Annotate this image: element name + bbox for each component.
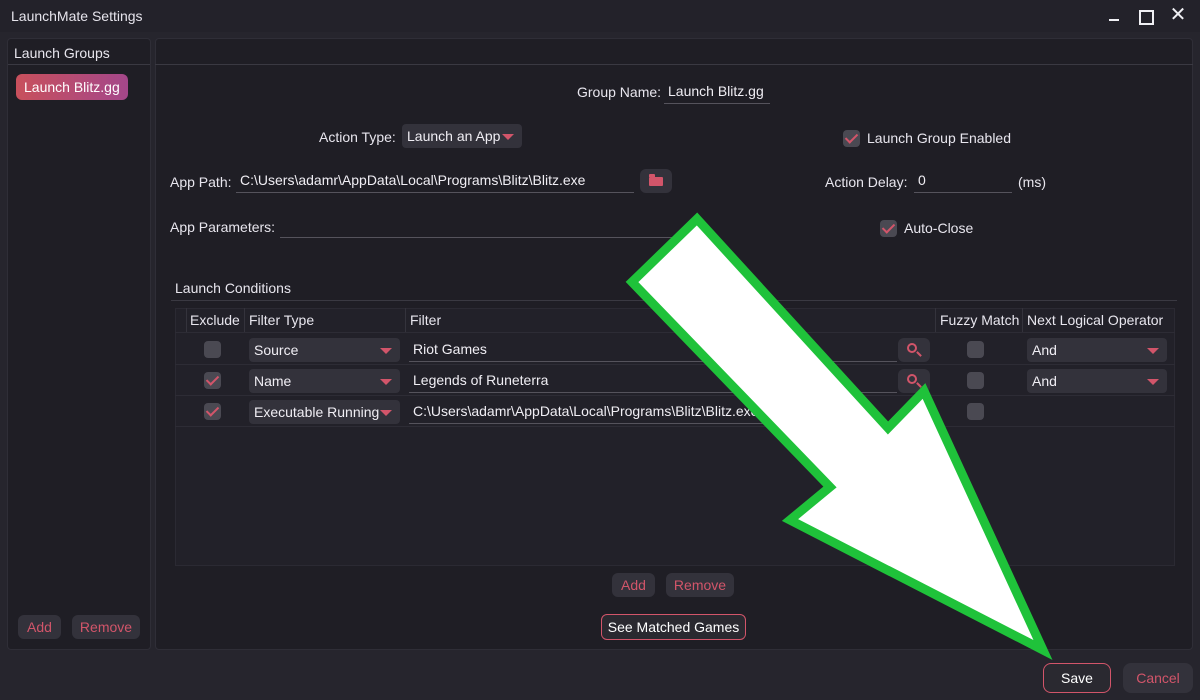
column-separator — [1022, 308, 1023, 332]
cancel-button[interactable]: Cancel — [1123, 663, 1193, 693]
row-fuzzy-match-checkbox[interactable] — [967, 403, 984, 420]
row-filter-type-value: Source — [254, 342, 299, 358]
search-button[interactable] — [898, 369, 930, 393]
row-fuzzy-match-checkbox[interactable] — [967, 372, 984, 389]
row-filter-type-value: Name — [254, 373, 292, 389]
app-path-label: App Path: — [170, 174, 232, 190]
column-separator — [186, 308, 187, 332]
minimize-icon[interactable] — [1100, 4, 1130, 28]
add-group-button[interactable]: Add — [18, 615, 61, 639]
row-operator-dropdown[interactable]: And — [1027, 369, 1167, 393]
column-header-filter-type: Filter Type — [249, 312, 315, 328]
column-header-exclude: Exclude — [190, 312, 240, 328]
window-title: LaunchMate Settings — [11, 8, 143, 24]
row-filter-type-dropdown[interactable]: Source — [249, 338, 400, 362]
folder-icon — [649, 174, 663, 186]
divider — [155, 64, 1193, 65]
action-delay-input[interactable]: 0 — [914, 169, 1012, 193]
row-operator-value: And — [1032, 373, 1057, 389]
close-icon[interactable]: ✕ — [1163, 4, 1193, 28]
row-divider — [175, 395, 1175, 396]
row-filter-input[interactable]: Riot Games — [409, 338, 897, 362]
launch-group-enabled-checkbox[interactable] — [843, 130, 860, 147]
title-bar: LaunchMate Settings ✕ — [0, 0, 1200, 32]
launch-groups-header: Launch Groups — [14, 45, 110, 61]
row-exclude-checkbox[interactable] — [204, 403, 221, 420]
launch-group-item[interactable]: Launch Blitz.gg — [16, 74, 128, 100]
row-exclude-checkbox[interactable] — [204, 372, 221, 389]
group-name-input[interactable]: Launch Blitz.gg — [664, 80, 770, 104]
row-fuzzy-match-checkbox[interactable] — [967, 341, 984, 358]
column-separator — [935, 308, 936, 332]
row-filter-type-dropdown[interactable]: Executable Running — [249, 400, 400, 424]
row-operator-value: And — [1032, 342, 1057, 358]
action-type-dropdown[interactable]: Launch an App — [402, 124, 522, 148]
remove-condition-button[interactable]: Remove — [666, 573, 734, 597]
launch-group-enabled-label: Launch Group Enabled — [867, 130, 1011, 146]
search-button[interactable] — [898, 338, 930, 362]
divider — [171, 300, 1177, 301]
action-delay-unit: (ms) — [1018, 174, 1046, 190]
row-filter-type-dropdown[interactable]: Name — [249, 369, 400, 393]
chevron-down-icon — [380, 410, 392, 416]
app-parameters-label: App Parameters: — [170, 219, 276, 235]
row-divider — [175, 364, 1175, 365]
chevron-down-icon — [1147, 348, 1159, 354]
column-header-filter: Filter — [410, 312, 442, 328]
chevron-down-icon — [502, 134, 514, 140]
see-matched-games-button[interactable]: See Matched Games — [601, 614, 746, 640]
row-filter-input[interactable]: C:\Users\adamr\AppData\Local\Programs\Bl… — [409, 400, 897, 424]
chevron-down-icon — [1147, 379, 1159, 385]
row-exclude-checkbox[interactable] — [204, 341, 221, 358]
column-header-next-operator: Next Logical Operator — [1027, 312, 1164, 328]
maximize-icon[interactable] — [1130, 4, 1160, 28]
row-operator-dropdown[interactable]: And — [1027, 338, 1167, 362]
app-path-input[interactable]: C:\Users\adamr\AppData\Local\Programs\Bl… — [236, 169, 634, 193]
row-divider — [175, 332, 1175, 333]
action-type-label: Action Type: — [319, 129, 396, 145]
column-separator — [244, 308, 245, 332]
search-icon — [907, 343, 917, 353]
auto-close-label: Auto-Close — [904, 220, 974, 236]
search-icon — [907, 374, 917, 384]
save-button[interactable]: Save — [1043, 663, 1111, 693]
row-filter-type-value: Executable Running — [254, 404, 380, 420]
divider — [8, 64, 150, 65]
row-filter-input[interactable]: Legends of Runeterra — [409, 369, 897, 393]
launch-groups-panel: Launch Groups Launch Blitz.gg — [7, 38, 151, 650]
row-divider — [175, 426, 1175, 427]
launch-conditions-header: Launch Conditions — [175, 280, 291, 296]
remove-group-button[interactable]: Remove — [72, 615, 140, 639]
chevron-down-icon — [380, 379, 392, 385]
browse-button[interactable] — [640, 169, 672, 193]
auto-close-checkbox[interactable] — [880, 220, 897, 237]
app-parameters-input[interactable] — [280, 214, 672, 238]
group-name-label: Group Name: — [577, 84, 662, 100]
chevron-down-icon — [380, 348, 392, 354]
add-condition-button[interactable]: Add — [612, 573, 655, 597]
action-delay-label: Action Delay: — [825, 174, 908, 190]
action-type-value: Launch an App — [407, 128, 501, 144]
column-header-fuzzy-match: Fuzzy Match — [940, 312, 1020, 328]
column-separator — [405, 308, 406, 332]
